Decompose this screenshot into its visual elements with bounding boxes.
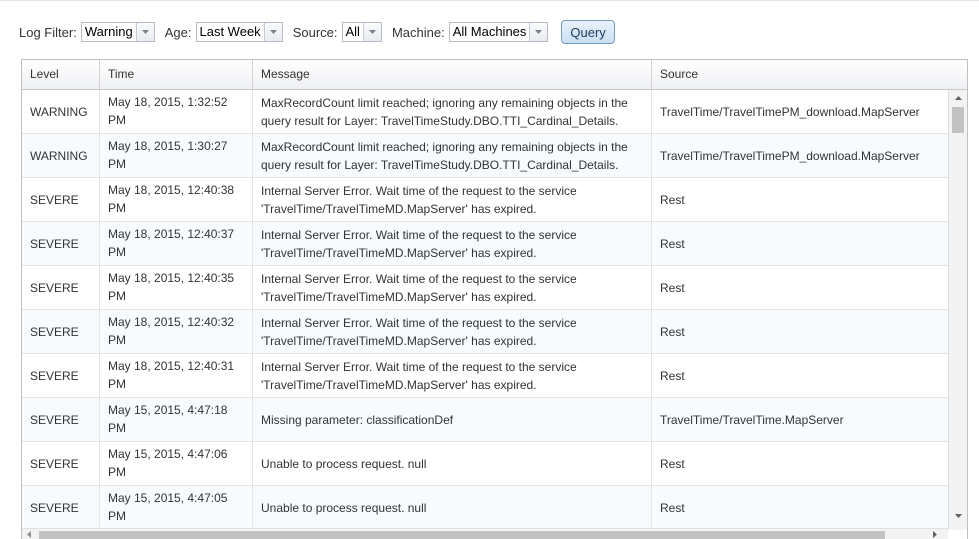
table-row[interactable]: WARNING May 18, 2015, 1:32:52 PM MaxReco… — [22, 90, 948, 134]
level-cell: SEVERE — [22, 442, 100, 485]
age-value: Last Week — [199, 24, 261, 39]
time-cell: May 15, 2015, 4:47:18 PM — [100, 398, 253, 441]
vertical-scroll-thumb[interactable] — [952, 107, 964, 133]
horizontal-scrollbar[interactable] — [22, 528, 948, 539]
table-row[interactable]: SEVERE May 18, 2015, 12:40:38 PM Interna… — [22, 178, 948, 222]
time-cell: May 18, 2015, 1:30:27 PM — [100, 134, 253, 177]
source-cell: Rest — [660, 192, 685, 207]
message-cell: Internal Server Error. Wait time of the … — [253, 310, 652, 353]
age-label: Age: — [164, 24, 192, 40]
arrow-up-icon[interactable] — [955, 96, 962, 100]
time-cell: May 18, 2015, 12:40:37 PM — [100, 222, 253, 265]
age-select[interactable]: Last Week — [195, 22, 283, 42]
log-filter-label: Log Filter: — [19, 24, 77, 40]
time-cell: May 15, 2015, 4:47:05 PM — [100, 486, 253, 529]
source-cell: Rest — [660, 280, 685, 295]
arrow-right-icon[interactable] — [933, 531, 937, 538]
source-cell: Rest — [660, 500, 685, 515]
time-cell: May 18, 2015, 12:40:38 PM — [100, 178, 253, 221]
level-cell: SEVERE — [22, 266, 100, 309]
time-cell: May 18, 2015, 12:40:35 PM — [100, 266, 253, 309]
arrow-down-icon[interactable] — [955, 514, 962, 518]
chevron-down-icon[interactable] — [135, 23, 154, 41]
log-filter-select[interactable]: Warning — [80, 22, 155, 42]
source-cell: Rest — [660, 236, 685, 251]
table-row[interactable]: WARNING May 18, 2015, 1:30:27 PM MaxReco… — [22, 134, 948, 178]
message-cell: Internal Server Error. Wait time of the … — [253, 354, 652, 397]
message-cell: Missing parameter: classificationDef — [253, 398, 652, 441]
message-cell: MaxRecordCount limit reached; ignoring a… — [253, 134, 652, 177]
grid-header: Level Time Message Source — [22, 60, 967, 90]
table-row[interactable]: SEVERE May 18, 2015, 12:40:35 PM Interna… — [22, 266, 948, 310]
machine-value: All Machines — [452, 24, 527, 39]
message-cell: Internal Server Error. Wait time of the … — [253, 178, 652, 221]
message-cell: MaxRecordCount limit reached; ignoring a… — [253, 90, 652, 133]
top-divider — [0, 0, 979, 1]
grid-body: WARNING May 18, 2015, 1:32:52 PM MaxReco… — [22, 90, 948, 530]
time-cell: May 18, 2015, 12:40:32 PM — [100, 310, 253, 353]
column-header-level[interactable]: Level — [22, 60, 100, 89]
level-cell: SEVERE — [22, 222, 100, 265]
column-header-message[interactable]: Message — [253, 60, 652, 89]
chevron-down-icon[interactable] — [529, 23, 548, 41]
machine-label: Machine: — [391, 24, 445, 40]
level-cell: SEVERE — [22, 310, 100, 353]
source-cell: TravelTime/TravelTime.MapServer — [660, 412, 844, 427]
table-row[interactable]: SEVERE May 15, 2015, 4:47:18 PM Missing … — [22, 398, 948, 442]
table-row[interactable]: SEVERE May 18, 2015, 12:40:37 PM Interna… — [22, 222, 948, 266]
vertical-scrollbar[interactable] — [948, 90, 967, 530]
horizontal-scroll-thumb[interactable] — [39, 531, 885, 539]
table-row[interactable]: SEVERE May 18, 2015, 12:40:32 PM Interna… — [22, 310, 948, 354]
source-cell: TravelTime/TravelTimePM_download.MapServ… — [660, 148, 920, 163]
table-row[interactable]: SEVERE May 18, 2015, 12:40:31 PM Interna… — [22, 354, 948, 398]
machine-select[interactable]: All Machines — [448, 22, 549, 42]
source-cell: Rest — [660, 456, 685, 471]
table-row[interactable]: SEVERE May 15, 2015, 4:47:06 PM Unable t… — [22, 442, 948, 486]
source-select[interactable]: All — [341, 22, 382, 42]
table-row[interactable]: SEVERE May 15, 2015, 4:47:05 PM Unable t… — [22, 486, 948, 530]
level-cell: WARNING — [22, 134, 100, 177]
filter-bar: Log Filter: Warning Age: Last Week Sourc… — [19, 20, 615, 44]
time-cell: May 18, 2015, 1:32:52 PM — [100, 90, 253, 133]
message-cell: Internal Server Error. Wait time of the … — [253, 266, 652, 309]
source-value: All — [345, 24, 360, 39]
chevron-down-icon[interactable] — [263, 23, 282, 41]
message-cell: Internal Server Error. Wait time of the … — [253, 222, 652, 265]
source-cell: TravelTime/TravelTimePM_download.MapServ… — [660, 104, 920, 119]
time-cell: May 15, 2015, 4:47:06 PM — [100, 442, 253, 485]
column-header-time[interactable]: Time — [100, 60, 253, 89]
level-cell: SEVERE — [22, 178, 100, 221]
log-filter-value: Warning — [84, 24, 133, 39]
source-cell: Rest — [660, 324, 685, 339]
log-grid: Level Time Message Source WARNING May 18… — [21, 59, 968, 539]
query-button[interactable]: Query — [561, 20, 615, 44]
level-cell: WARNING — [22, 90, 100, 133]
message-cell: Unable to process request. null — [253, 442, 652, 485]
column-header-source[interactable]: Source — [652, 60, 967, 89]
message-cell: Unable to process request. null — [253, 486, 652, 529]
arrow-left-icon[interactable] — [27, 531, 31, 538]
level-cell: SEVERE — [22, 354, 100, 397]
source-label: Source: — [292, 24, 338, 40]
time-cell: May 18, 2015, 12:40:31 PM — [100, 354, 253, 397]
source-cell: Rest — [660, 368, 685, 383]
level-cell: SEVERE — [22, 398, 100, 441]
level-cell: SEVERE — [22, 486, 100, 529]
chevron-down-icon[interactable] — [362, 23, 381, 41]
